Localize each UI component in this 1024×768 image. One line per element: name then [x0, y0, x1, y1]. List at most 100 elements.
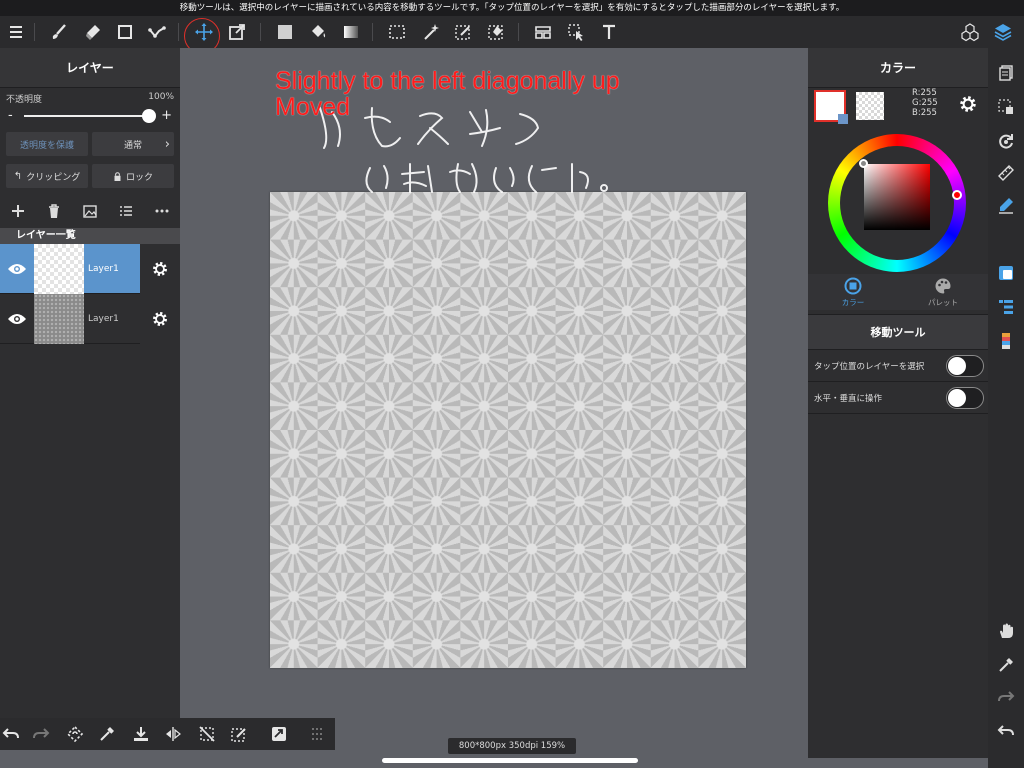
add-image-icon[interactable] [82, 203, 98, 219]
opacity-control: 不透明度 100% - + [0, 88, 180, 128]
color-settings-button[interactable] [958, 94, 978, 118]
transparent-color-swatch[interactable] [856, 92, 884, 120]
select-tapped-layer-toggle[interactable] [946, 354, 984, 377]
hand-icon[interactable] [995, 620, 1017, 642]
saturation-value-square[interactable] [864, 164, 930, 230]
side-icon-strip [988, 48, 1024, 768]
eraser-icon[interactable] [80, 19, 106, 45]
canvas-status: 800*800px 350dpi 159% [448, 738, 576, 754]
select-eraser-icon[interactable] [483, 19, 509, 45]
layer-options-row: 透明度を保護 通常 › [0, 128, 180, 160]
hue-wheel[interactable] [828, 134, 966, 272]
opacity-decrease-button[interactable]: - [8, 108, 13, 123]
layer-row[interactable]: Layer1 [0, 293, 180, 344]
gradient-icon[interactable] [338, 19, 364, 45]
selection-edit-icon[interactable] [228, 723, 250, 745]
lock-button[interactable]: ロック [92, 164, 174, 188]
add-layer-icon[interactable] [10, 203, 26, 219]
layer-settings-button[interactable] [140, 243, 180, 294]
polyline-icon[interactable] [144, 19, 170, 45]
layer-thumbnail [34, 293, 84, 344]
layer-panel-title: レイヤー [0, 48, 180, 88]
bucket-icon[interactable] [305, 19, 331, 45]
eyedropper-icon[interactable] [96, 723, 118, 745]
app-window: 移動ツールは、選択中のレイヤーに描画されている内容を移動するツールです。「タップ… [0, 0, 1024, 768]
flip-horizontal-icon[interactable] [162, 723, 184, 745]
tab-color-label: カラー [841, 297, 865, 307]
more-icon[interactable] [154, 203, 170, 219]
toolbar-divider [372, 23, 373, 41]
deselect-icon[interactable] [196, 723, 218, 745]
gear-icon [960, 96, 976, 112]
saturation-value-knob[interactable] [859, 159, 868, 168]
3d-cube-icon[interactable] [957, 19, 983, 45]
artboard[interactable] [270, 192, 746, 668]
protect-alpha-label: 透明度を保護 [19, 140, 74, 151]
undo-icon[interactable] [0, 723, 22, 745]
transform-icon[interactable] [224, 19, 250, 45]
eyedropper-icon[interactable] [995, 654, 1017, 676]
layer-options-row-2: ↰ クリッピング ロック [0, 160, 180, 192]
panel-layout-icon[interactable] [530, 19, 556, 45]
main-color-swatch[interactable] [814, 90, 848, 124]
trash-icon[interactable] [46, 203, 62, 219]
redo-icon[interactable] [30, 723, 52, 745]
color-palette-icon[interactable] [995, 330, 1017, 352]
chevron-right-icon: › [164, 136, 170, 152]
move-tool-title: 移動ツール [808, 314, 988, 350]
grip-icon[interactable] [306, 723, 328, 745]
tab-color[interactable]: カラー [808, 274, 898, 310]
annotation-text: Slightly to the left diagonally up Moved [275, 68, 620, 120]
top-toolbar [0, 16, 1024, 48]
menu-icon[interactable] [3, 19, 29, 45]
download-icon[interactable] [130, 723, 152, 745]
rotate-transform-icon[interactable] [64, 723, 86, 745]
layer-tools [0, 194, 180, 228]
opacity-slider-knob[interactable] [142, 109, 156, 123]
color-swatch-row: R:255 G:255 B:255 [808, 88, 988, 128]
document-icon[interactable] [995, 62, 1017, 84]
rgb-readout: R:255 G:255 B:255 [912, 88, 938, 118]
operation-icon[interactable] [563, 19, 589, 45]
rotate-icon[interactable] [995, 130, 1017, 152]
undo-icon[interactable] [995, 720, 1017, 742]
layer-row[interactable]: Layer1 [0, 243, 180, 294]
fill-color-icon[interactable] [272, 19, 298, 45]
toggle-ui-icon[interactable] [268, 723, 290, 745]
blend-mode-button[interactable]: 通常 › [92, 132, 174, 156]
layer-list-icon[interactable] [995, 296, 1017, 318]
selection-layer-icon[interactable] [995, 96, 1017, 118]
eye-icon[interactable] [0, 312, 34, 326]
canvas-area[interactable]: Slightly to the left diagonally up Moved [180, 48, 808, 768]
ruler-icon[interactable] [995, 162, 1017, 184]
gear-icon [153, 311, 167, 326]
home-indicator[interactable] [382, 758, 638, 763]
list-icon[interactable] [118, 203, 134, 219]
layers-icon[interactable] [990, 19, 1016, 45]
shape-icon[interactable] [112, 19, 138, 45]
select-pen-icon[interactable] [450, 19, 476, 45]
pen-icon[interactable] [995, 194, 1017, 216]
layer-name: Layer1 [88, 313, 119, 324]
opacity-slider-track[interactable] [24, 115, 150, 117]
hue-knob[interactable] [952, 190, 962, 200]
tab-palette[interactable]: パレット [898, 274, 988, 310]
toolbar-divider [178, 23, 179, 41]
blue-value: B:255 [912, 108, 937, 118]
layer-panel-icon[interactable] [995, 262, 1017, 284]
selection-icon[interactable] [384, 19, 410, 45]
text-icon[interactable] [596, 19, 622, 45]
clipping-button[interactable]: ↰ クリッピング [6, 164, 88, 188]
axis-lock-toggle[interactable] [946, 386, 984, 409]
layer-panel: レイヤー 不透明度 100% - + 透明度を保護 通常 › ↰ クリッピング [0, 48, 180, 718]
color-wheel-icon [844, 277, 862, 294]
select-tapped-layer-row: タップ位置のレイヤーを選択 [808, 350, 988, 382]
eye-icon[interactable] [0, 262, 34, 276]
opacity-increase-button[interactable]: + [161, 108, 172, 123]
redo-icon[interactable] [995, 686, 1017, 708]
protect-alpha-button[interactable]: 透明度を保護 [6, 132, 88, 156]
opacity-label: 不透明度 [6, 95, 43, 105]
layer-settings-button[interactable] [140, 293, 180, 344]
brush-icon[interactable] [46, 19, 72, 45]
magic-wand-icon[interactable] [418, 19, 444, 45]
